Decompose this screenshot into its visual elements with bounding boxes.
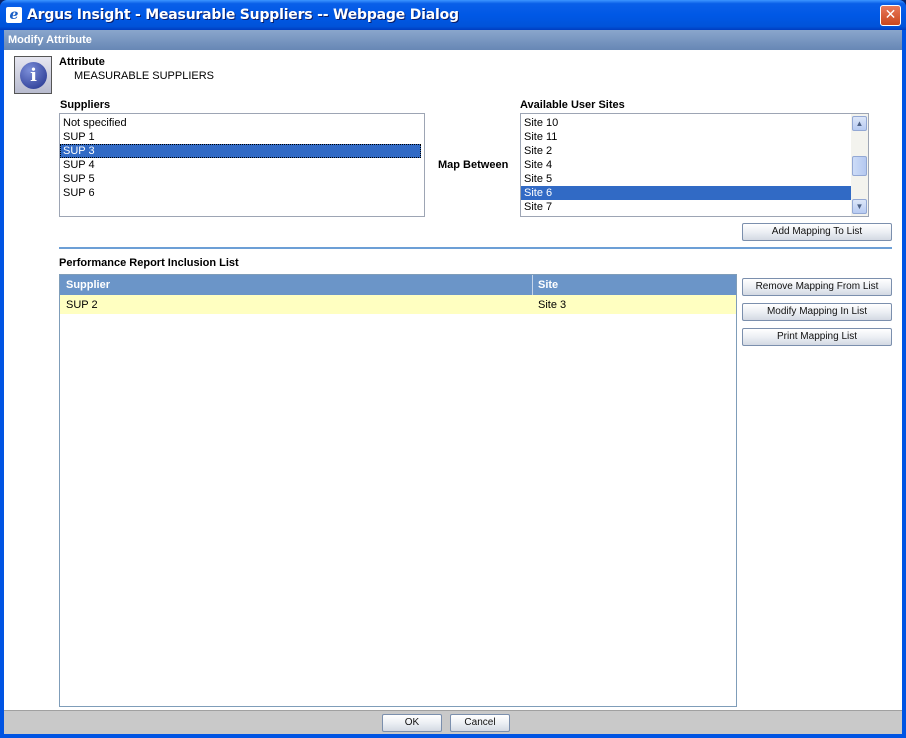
sites-listbox[interactable]: Site 10 Site 11 Site 2 Site 4 Site 5 Sit… (520, 113, 869, 217)
info-icon: i (14, 56, 52, 94)
dialog-footer: OK Cancel (4, 710, 902, 734)
attribute-value: MEASURABLE SUPPLIERS (74, 70, 214, 82)
ok-button[interactable]: OK (382, 714, 442, 732)
site-option[interactable]: Site 4 (521, 158, 851, 172)
suppliers-listbox[interactable]: Not specified SUP 1 SUP 3 SUP 4 SUP 5 SU… (59, 113, 425, 217)
column-header-site[interactable]: Site (538, 279, 558, 291)
window-title: Argus Insight - Measurable Suppliers -- … (27, 7, 459, 23)
attribute-label: Attribute (59, 56, 105, 68)
cancel-button[interactable]: Cancel (450, 714, 510, 732)
close-button[interactable]: ✕ (880, 5, 901, 26)
dialog-window: e Argus Insight - Measurable Suppliers -… (0, 0, 906, 738)
supplier-option[interactable]: SUP 6 (60, 186, 424, 200)
available-sites-label: Available User Sites (520, 99, 625, 111)
supplier-option[interactable]: SUP 4 (60, 158, 424, 172)
site-option[interactable]: Site 2 (521, 144, 851, 158)
site-option[interactable]: Site 10 (521, 116, 851, 130)
print-mapping-button[interactable]: Print Mapping List (742, 328, 892, 346)
site-option[interactable]: Site 7 (521, 200, 851, 214)
column-header-supplier[interactable]: Supplier (66, 279, 110, 291)
scroll-down-icon[interactable]: ▼ (852, 199, 867, 214)
scroll-up-icon[interactable]: ▲ (852, 116, 867, 131)
site-option[interactable]: Site 11 (521, 130, 851, 144)
supplier-option[interactable]: SUP 5 (60, 172, 424, 186)
grid-header: Supplier Site (60, 275, 736, 295)
info-icon-glyph: i (20, 62, 47, 89)
site-option[interactable]: Site 5 (521, 172, 851, 186)
title-bar[interactable]: e Argus Insight - Measurable Suppliers -… (0, 0, 906, 30)
cell-supplier: SUP 2 (66, 299, 98, 311)
section-title: Modify Attribute (4, 30, 902, 50)
add-mapping-button[interactable]: Add Mapping To List (742, 223, 892, 241)
scroll-thumb[interactable] (852, 156, 867, 176)
cell-site: Site 3 (538, 299, 567, 311)
inclusion-grid[interactable]: Supplier Site SUP 2 Site 3 (59, 274, 737, 707)
supplier-option[interactable]: Not specified (60, 116, 424, 130)
column-divider (532, 275, 533, 295)
remove-mapping-button[interactable]: Remove Mapping From List (742, 278, 892, 296)
modify-mapping-button[interactable]: Modify Mapping In List (742, 303, 892, 321)
suppliers-label: Suppliers (60, 99, 111, 111)
ie-page-icon: e (6, 7, 22, 23)
site-option-selected[interactable]: Site 6 (521, 186, 851, 200)
inclusion-list-label: Performance Report Inclusion List (59, 257, 239, 269)
table-row[interactable]: SUP 2 Site 3 (60, 295, 736, 314)
map-between-label: Map Between (438, 159, 509, 171)
divider (59, 247, 892, 249)
dialog-content: Modify Attribute i Attribute MEASURABLE … (4, 30, 902, 734)
supplier-option[interactable]: SUP 1 (60, 130, 424, 144)
sites-scrollbar[interactable]: ▲ ▼ (851, 114, 868, 216)
supplier-option-selected[interactable]: SUP 3 (60, 144, 421, 158)
